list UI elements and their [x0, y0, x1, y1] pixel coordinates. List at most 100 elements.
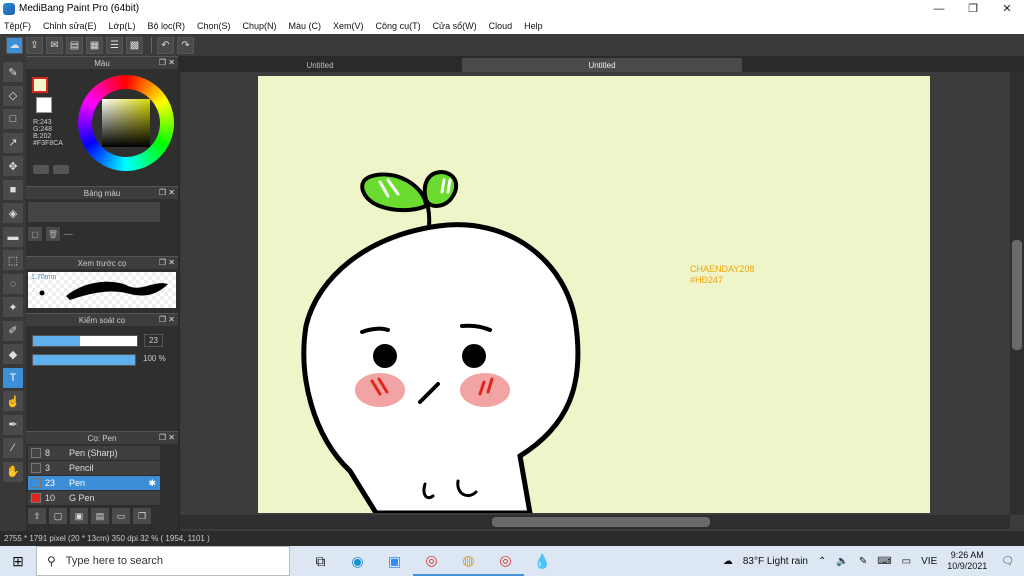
- taskbar-search[interactable]: ⚲ Type here to search: [36, 546, 290, 576]
- comment-icon[interactable]: ✉: [46, 36, 63, 54]
- select-pen-tool-icon[interactable]: ✐: [3, 320, 23, 341]
- undo-icon[interactable]: ↶: [157, 36, 174, 54]
- opacity-slider[interactable]: [32, 354, 136, 366]
- move-tool-icon[interactable]: ✥: [3, 156, 23, 176]
- volume-icon[interactable]: 🔈: [836, 556, 848, 567]
- chevron-up-icon[interactable]: ⌃: [818, 556, 826, 567]
- task-view-icon[interactable]: ⧉: [302, 546, 339, 576]
- windows-start-icon[interactable]: ⊞: [0, 546, 36, 576]
- brush-settings-icon[interactable]: ▤: [91, 508, 109, 524]
- notification-icon[interactable]: 🗨: [1001, 556, 1014, 567]
- bucket-tool-icon[interactable]: ◈: [3, 203, 23, 223]
- close-window-button[interactable]: ✕: [990, 0, 1024, 17]
- share-icon[interactable]: ⇪: [26, 36, 43, 54]
- brush-tool-icon[interactable]: ✎: [3, 62, 23, 82]
- dot-tool-icon[interactable]: □: [3, 109, 23, 129]
- menu-edit[interactable]: Chỉnh sửa(E): [43, 21, 97, 31]
- redo-icon[interactable]: ↷: [177, 36, 194, 54]
- tab-untitled-2[interactable]: Untitled: [462, 58, 742, 72]
- panel-close-icon[interactable]: ❐ ✕: [159, 315, 175, 324]
- display-icon[interactable]: ▭: [902, 556, 911, 567]
- eyedropper-tool-icon[interactable]: ⁄: [3, 438, 23, 458]
- panel-column: Màu ❐ ✕ R:243 G:248 B:202 #F3F8CA Bảng m…: [26, 56, 178, 531]
- eraser-tool-icon[interactable]: ◇: [3, 85, 23, 106]
- medibang-icon[interactable]: ◍: [450, 546, 487, 576]
- weather-icon[interactable]: ☁: [723, 556, 733, 567]
- brush-name: Pen: [69, 478, 86, 488]
- brush-row[interactable]: 8 Pen (Sharp): [28, 446, 160, 461]
- menu-help[interactable]: Help: [524, 21, 543, 31]
- edge-icon[interactable]: ◉: [339, 546, 376, 576]
- tab-untitled-1[interactable]: Untitled: [180, 58, 460, 72]
- brush-size-value[interactable]: 23: [144, 334, 163, 347]
- brush-row[interactable]: 10 G Pen: [28, 491, 160, 506]
- brush-row[interactable]: 3 Pencil: [28, 461, 160, 476]
- divide-frame-tool-icon[interactable]: ✒: [3, 414, 23, 435]
- menu-color[interactable]: Màu (C): [289, 21, 322, 31]
- menu-window[interactable]: Cửa sổ(W): [433, 21, 477, 31]
- cloud-brush-icon[interactable]: ⇧: [28, 508, 46, 524]
- chrome-icon[interactable]: ◎: [413, 546, 450, 576]
- horizontal-scroll-thumb[interactable]: [492, 517, 710, 527]
- folder-icon[interactable]: ▭: [112, 508, 130, 524]
- menu-filter[interactable]: Bộ lọc(R): [147, 21, 185, 31]
- menu-capture[interactable]: Chụp(N): [243, 21, 277, 31]
- magic-wand-tool-icon[interactable]: ✦: [3, 297, 23, 317]
- panel-close-icon[interactable]: ❐ ✕: [159, 188, 175, 197]
- drawing-canvas[interactable]: CHAENDAY208 #HĐ247: [258, 76, 930, 513]
- select-eraser-tool-icon[interactable]: ◆: [3, 344, 23, 364]
- vertical-scroll-thumb[interactable]: [1012, 240, 1022, 350]
- palette-panel: ▢ 🗑 ---: [26, 199, 178, 256]
- trash-icon[interactable]: 🗑: [46, 227, 60, 241]
- weather-text[interactable]: 83°F Light rain: [743, 556, 808, 567]
- menu-cloud[interactable]: Cloud: [489, 21, 513, 31]
- background-color-swatch[interactable]: [36, 97, 52, 113]
- color-mode-button[interactable]: [53, 165, 69, 174]
- menu-layer[interactable]: Lớp(L): [109, 21, 136, 31]
- brush-row[interactable]: 23 Pen ✱: [28, 476, 160, 491]
- foreground-color-swatch[interactable]: [32, 77, 48, 93]
- new-brush-icon[interactable]: ▢: [49, 508, 67, 524]
- keyboard-icon[interactable]: ⌨: [877, 556, 891, 567]
- list-icon[interactable]: ☰: [106, 36, 123, 54]
- duplicate-icon[interactable]: ❐: [133, 508, 151, 524]
- color-wheel[interactable]: [78, 75, 174, 171]
- horizontal-scrollbar[interactable]: [180, 515, 1010, 529]
- panel-close-icon[interactable]: ❐ ✕: [159, 58, 175, 67]
- menu-file[interactable]: Tệp(F): [4, 21, 31, 31]
- zoom-icon[interactable]: ▣: [376, 546, 413, 576]
- chrome-profile-icon[interactable]: ◎: [487, 546, 524, 576]
- color-mode-buttons: [33, 165, 73, 174]
- pen-icon[interactable]: ✎: [859, 556, 867, 567]
- vertical-scrollbar[interactable]: [1010, 72, 1024, 515]
- chat-icon[interactable]: ▤: [66, 36, 83, 54]
- document-icon[interactable]: ▦: [86, 36, 103, 54]
- menu-select[interactable]: Chọn(S): [197, 21, 231, 31]
- lasso-tool-icon[interactable]: ◌: [3, 273, 23, 294]
- panel-close-icon[interactable]: ❐ ✕: [159, 433, 175, 442]
- add-brush-icon[interactable]: ▣: [70, 508, 88, 524]
- pen-tool-icon[interactable]: ↗: [3, 132, 23, 153]
- clock[interactable]: 9:26 AM 10/9/2021: [947, 550, 987, 572]
- gear-icon[interactable]: ✱: [148, 478, 156, 489]
- maximize-button[interactable]: ❐: [956, 0, 990, 17]
- new-palette-icon[interactable]: ▢: [28, 227, 42, 241]
- palette-list[interactable]: [28, 202, 160, 222]
- text-tool-icon[interactable]: T: [3, 367, 23, 388]
- panel-close-icon[interactable]: ❐ ✕: [159, 258, 175, 267]
- menu-tools[interactable]: Công cụ(T): [376, 21, 421, 31]
- menu-view[interactable]: Xem(V): [333, 21, 364, 31]
- color-mode-button[interactable]: [33, 165, 49, 174]
- fill-rect-tool-icon[interactable]: ■: [3, 179, 23, 200]
- cloud-icon[interactable]: ☁: [6, 36, 23, 54]
- paint-drop-icon[interactable]: 💧: [524, 546, 561, 576]
- language-indicator[interactable]: VIE: [921, 556, 937, 567]
- select-rect-tool-icon[interactable]: ⬚: [3, 250, 23, 270]
- hand-tool-icon[interactable]: ✋: [3, 461, 23, 482]
- saturation-square[interactable]: [102, 99, 150, 147]
- brush-size-slider[interactable]: [32, 335, 138, 347]
- grid-icon[interactable]: ▩: [126, 36, 143, 54]
- operation-tool-icon[interactable]: ☝: [3, 391, 23, 411]
- minimize-button[interactable]: —: [922, 0, 956, 17]
- gradient-tool-icon[interactable]: ▬: [3, 226, 23, 247]
